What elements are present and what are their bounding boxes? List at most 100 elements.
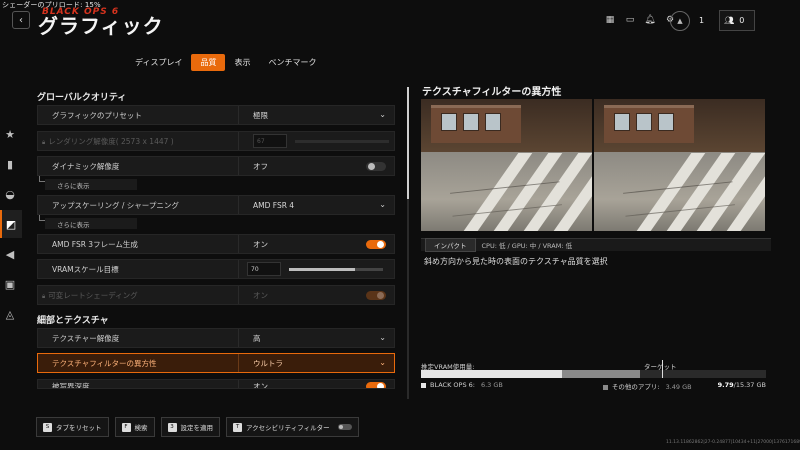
setting-label: テクスチャー解像度 (52, 333, 120, 343)
setting-label: レンダリング解像度( 2573 x 1447 ) (48, 136, 174, 146)
setting-label: テクスチャフィルターの異方性 (52, 358, 157, 368)
top-icon-bar: ▦ ▭ 🔔︎ ⚙ (601, 10, 679, 31)
audio-icon[interactable]: ◀ (0, 240, 22, 268)
vram-other-value: 3.49 GB (665, 383, 692, 391)
vram-total: 9.79/15.37 GB (717, 381, 766, 389)
setting-value: AMD FSR 4 (253, 200, 295, 210)
button-label: アクセシビリティフィルター (246, 424, 330, 432)
vram-bar-game (421, 370, 562, 378)
setting-value: オフ (253, 161, 268, 171)
settings-tabs: ディスプレイ 品質 表示 ベンチマーク (126, 54, 325, 71)
friends-button[interactable]: 👥︎ 0 (719, 10, 756, 31)
controller-icon[interactable]: ◒ (0, 180, 22, 208)
vram-game-label: BLACK OPS 6: (430, 381, 475, 389)
key-hint: F (121, 422, 131, 432)
bottom-action-bar: S タブをリセット F 検索 3 設定を適用 T アクセシビリティフィルター (36, 417, 359, 437)
party-count: 1 (699, 16, 705, 25)
setting-value: オン (253, 239, 268, 249)
button-label: タブをリセット (56, 424, 102, 432)
setting-row-depth-of-field[interactable]: 被写界深度 オン (37, 379, 395, 389)
setting-label: 被写界深度 (52, 382, 90, 389)
tab-benchmark[interactable]: ベンチマーク (259, 54, 325, 71)
vram-target-marker (662, 360, 663, 378)
ammo-icon[interactable]: ▮ (0, 150, 22, 178)
toggle-switch[interactable] (366, 382, 386, 388)
chevron-down-icon: ⌄ (379, 358, 386, 367)
setting-label: ダイナミック解像度 (52, 161, 120, 171)
friends-icon: 👥︎ (724, 16, 735, 25)
setting-description: 斜め方向から見た時の表面のテクスチャ品質を選択 (424, 257, 608, 266)
build-id: 11.13.11862862|27-0.24877|10434+11|27000… (666, 440, 800, 445)
party-icon[interactable]: ▲ (670, 10, 690, 31)
preview-image-low (421, 99, 592, 231)
interface-icon[interactable]: ▣ (0, 270, 22, 298)
key-hint: T (233, 422, 242, 432)
social-status: ▲ 1 👥︎ 0 (670, 10, 756, 31)
lock-icon: 🔒︎ (42, 138, 46, 146)
toggle-switch (366, 291, 386, 300)
setting-label: 可変レートシェーディング (48, 290, 138, 300)
setting-label: グラフィックのプリセット (52, 110, 142, 120)
setting-row-preset[interactable]: グラフィックのプリセット 極限 ⌄ (37, 105, 395, 125)
show-more-link[interactable]: さらに表示 (45, 218, 137, 229)
slider-value[interactable]: 70 (247, 262, 281, 276)
chevron-down-icon: ⌄ (379, 200, 386, 209)
lock-icon: 🔒︎ (42, 292, 46, 300)
account-icon[interactable]: ◬ (0, 300, 22, 328)
bell-icon[interactable]: 🔔︎ (641, 10, 659, 30)
vram-bar-other (562, 370, 640, 378)
tab-display[interactable]: ディスプレイ (126, 54, 191, 71)
vram-other-label: その他のアプリ: (611, 383, 660, 391)
graphics-icon[interactable]: ◩ (0, 210, 22, 238)
tab-view[interactable]: 表示 (225, 54, 259, 71)
preview-image-high (594, 99, 765, 231)
search-button[interactable]: F 検索 (114, 417, 155, 437)
setting-row-dynamic-resolution[interactable]: ダイナミック解像度 オフ (37, 156, 395, 176)
accessibility-filter-button[interactable]: T アクセシビリティフィルター (226, 417, 359, 437)
setting-row-vrs: 🔒︎ 可変レートシェーディング オン (37, 285, 395, 305)
friends-count: 0 (739, 16, 745, 25)
impact-stats: CPU: 低 / GPU: 中 / VRAM: 低 (481, 242, 573, 250)
slider-track[interactable] (289, 267, 383, 271)
chevron-down-icon: ⌄ (379, 333, 386, 342)
key-hint: 3 (167, 422, 177, 432)
category-rail: ★ ▮ ◒ ◩ ◀ ▣ ◬ (0, 120, 22, 330)
star-icon[interactable]: ★ (0, 120, 22, 148)
button-label: 設定を適用 (180, 424, 214, 432)
setting-label: AMD FSR 3フレーム生成 (52, 239, 138, 249)
setting-value: ウルトラ (253, 358, 283, 368)
slider-fill (289, 267, 355, 271)
page-title: グラフィック (38, 14, 164, 38)
key-hint: S (43, 422, 52, 432)
setting-value: 高 (253, 333, 261, 343)
setting-label: アップスケーリング / シャープニング (52, 200, 179, 210)
setting-value: 極限 (253, 110, 268, 120)
setting-row-vram-scale[interactable]: VRAMスケール目標 70 (37, 259, 395, 279)
reset-tab-button[interactable]: S タブをリセット (36, 417, 109, 437)
setting-row-texture-resolution[interactable]: テクスチャー解像度 高 ⌄ (37, 328, 395, 348)
slider-track (295, 139, 389, 143)
toggle-switch[interactable] (366, 240, 386, 249)
tab-quality[interactable]: 品質 (191, 54, 226, 71)
chevron-down-icon: ⌄ (379, 110, 386, 119)
apply-settings-button[interactable]: 3 設定を適用 (160, 417, 220, 437)
vram-meter (421, 360, 766, 378)
setting-value: オン (253, 382, 268, 389)
impact-bar: インパクト CPU: 低 / GPU: 中 / VRAM: 低 (421, 238, 771, 252)
setting-row-upscaling[interactable]: アップスケーリング / シャープニング AMD FSR 4 ⌄ (37, 195, 395, 215)
setting-row-anisotropic-filter[interactable]: テクスチャフィルターの異方性 ウルトラ ⌄ (37, 353, 395, 373)
section-title-detail: 細部とテクスチャ (37, 316, 109, 326)
setting-value: オン (253, 290, 268, 300)
impact-label: インパクト (425, 238, 476, 252)
setting-row-render-resolution: 🔒︎ レンダリング解像度( 2573 x 1447 ) 67 (37, 131, 395, 151)
scrollbar-thumb[interactable] (407, 87, 409, 199)
tv-icon[interactable]: ▭ (621, 10, 639, 30)
info-title: テクスチャフィルターの異方性 (422, 87, 562, 98)
back-button[interactable]: ‹ (12, 11, 30, 29)
vram-legend: BLACK OPS 6: 6.3 GB その他のアプリ: 3.49 GB 9.79/… (421, 381, 766, 391)
toggle-switch[interactable] (366, 162, 386, 171)
show-more-link[interactable]: さらに表示 (45, 179, 137, 190)
grid-icon[interactable]: ▦ (601, 10, 619, 30)
toggle-switch[interactable] (337, 424, 352, 430)
setting-row-frame-generation[interactable]: AMD FSR 3フレーム生成 オン (37, 234, 395, 254)
